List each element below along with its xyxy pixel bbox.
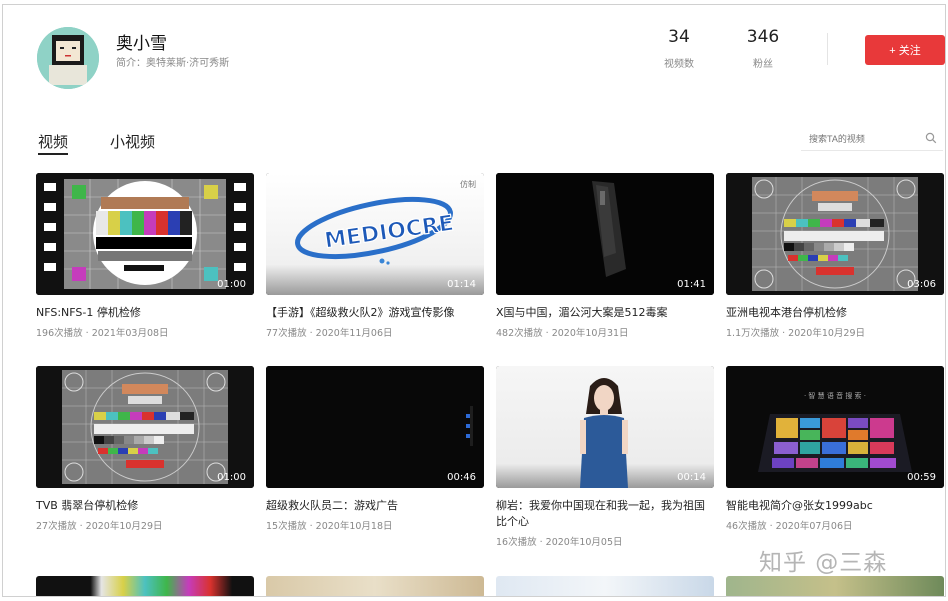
video-card[interactable]: 03:06 亚洲电视本港台停机检修 1.1万次播放 · 2020年10月29日 (726, 173, 944, 339)
video-meta: 77次播放 · 2020年11月06日 (266, 328, 393, 339)
video-date: 2020年10月05日 (545, 537, 623, 548)
video-views: 46次播放 (726, 521, 767, 532)
video-views: 482次播放 (496, 328, 543, 339)
video-thumbnail[interactable]: MEDIOCRE 仿制 01:14 (266, 173, 484, 295)
video-meta: 196次播放 · 2021年03月08日 (36, 328, 169, 339)
video-card-partial[interactable] (726, 576, 944, 596)
active-tab-indicator (38, 153, 68, 155)
stat-value: 34 (668, 27, 690, 47)
screen-caption: · 智 慧 语 音 搜 索 · (804, 391, 866, 400)
tab-videos[interactable]: 视频 (38, 131, 68, 152)
video-thumbnail[interactable] (726, 576, 944, 596)
video-title[interactable]: 超级救火队员二：游戏广告 (266, 498, 484, 514)
stat-label: 视频数 (664, 59, 694, 70)
follow-button[interactable]: + 关注 (865, 35, 945, 65)
watermark: 知乎 @三森 (759, 550, 888, 576)
video-card[interactable]: MEDIOCRE 仿制 01:14 【手游】《超级救火队2》游戏宣传影像 77次… (266, 173, 484, 339)
stat-value: 346 (746, 27, 780, 47)
video-date: 2020年10月31日 (551, 328, 629, 339)
profile-name: 奥小雪 (116, 34, 167, 54)
video-thumbnail[interactable]: · 智 慧 语 音 搜 索 · 00:59 (726, 366, 944, 488)
video-title[interactable]: 【手游】《超级救火队2》游戏宣传影像 (266, 305, 484, 321)
video-duration: 00:46 (447, 472, 476, 483)
corner-badge: 仿制 (460, 180, 476, 189)
video-duration: 00:14 (677, 472, 706, 483)
video-meta: 46次播放 · 2020年07月06日 (726, 521, 853, 532)
video-card[interactable]: 00:46 超级救火队员二：游戏广告 15次播放 · 2020年10月18日 (266, 366, 484, 532)
video-thumbnail[interactable]: 03:06 (726, 173, 944, 295)
video-views: 15次播放 (266, 521, 307, 532)
video-title[interactable]: 智能电视简介@张女1999abc (726, 498, 944, 514)
video-duration: 00:59 (907, 472, 936, 483)
video-meta: 482次播放 · 2020年10月31日 (496, 328, 629, 339)
video-duration: 01:00 (217, 472, 246, 483)
video-thumbnail[interactable]: 01:41 (496, 173, 714, 295)
video-duration: 01:41 (677, 279, 706, 290)
video-thumbnail[interactable]: 00:46 (266, 366, 484, 488)
video-date: 2020年10月29日 (85, 521, 163, 532)
video-card[interactable]: 00:14 柳岩：我爱你中国现在和我一起，我为祖国比个心 16次播放 · 202… (496, 366, 714, 548)
video-thumbnail[interactable] (36, 576, 254, 596)
video-views: 196次播放 (36, 328, 83, 339)
video-thumbnail[interactable]: 01:00 (36, 366, 254, 488)
video-date: 2020年11月06日 (315, 328, 393, 339)
video-title[interactable]: 柳岩：我爱你中国现在和我一起，我为祖国比个心 (496, 498, 714, 530)
profile-bio: 简介：奥特莱斯·济可秀斯 (116, 58, 230, 69)
video-thumbnail[interactable]: 01:00 (36, 173, 254, 295)
search-icon[interactable] (925, 132, 937, 144)
avatar[interactable] (37, 27, 99, 89)
video-thumbnail[interactable] (496, 576, 714, 596)
video-search (801, 127, 943, 151)
video-duration: 03:06 (907, 279, 936, 290)
header-divider (827, 33, 828, 65)
video-title[interactable]: X国与中国，湄公河大案是512毒案 (496, 305, 714, 321)
video-card[interactable]: 01:41 X国与中国，湄公河大案是512毒案 482次播放 · 2020年10… (496, 173, 714, 339)
video-card[interactable]: 01:00 NFS:NFS-1 停机检修 196次播放 · 2021年03月08… (36, 173, 254, 339)
video-date: 2020年07月06日 (775, 521, 853, 532)
video-duration: 01:00 (217, 279, 246, 290)
search-input[interactable] (801, 128, 911, 150)
video-views: 16次播放 (496, 537, 537, 548)
profile-page: 奥小雪 简介：奥特莱斯·济可秀斯 34 视频数 346 粉丝 + 关注 视频 小… (2, 4, 946, 597)
video-card[interactable]: 01:00 TVB 翡翠台停机检修 27次播放 · 2020年10月29日 (36, 366, 254, 532)
video-title[interactable]: NFS:NFS-1 停机检修 (36, 305, 254, 321)
stat-followers[interactable]: 346 粉丝 (733, 27, 793, 70)
video-views: 77次播放 (266, 328, 307, 339)
video-meta: 27次播放 · 2020年10月29日 (36, 521, 163, 532)
video-card-partial[interactable] (496, 576, 714, 596)
stat-videos[interactable]: 34 视频数 (649, 27, 709, 70)
video-duration: 01:14 (447, 279, 476, 290)
video-meta: 16次播放 · 2020年10月05日 (496, 537, 623, 548)
video-thumbnail[interactable]: 00:14 (496, 366, 714, 488)
video-date: 2020年10月18日 (315, 521, 393, 532)
stat-label: 粉丝 (753, 59, 773, 70)
video-title[interactable]: 亚洲电视本港台停机检修 (726, 305, 944, 321)
tab-short-videos[interactable]: 小视频 (110, 131, 155, 152)
video-date: 2021年03月08日 (91, 328, 169, 339)
video-views: 1.1万次播放 (726, 328, 780, 339)
video-card-partial[interactable] (36, 576, 254, 596)
video-thumbnail[interactable] (266, 576, 484, 596)
video-meta: 1.1万次播放 · 2020年10月29日 (726, 328, 866, 339)
video-views: 27次播放 (36, 521, 77, 532)
video-card[interactable]: · 智 慧 语 音 搜 索 · 00:59 智能电视简介@张女1999abc 4… (726, 366, 944, 532)
video-date: 2020年10月29日 (788, 328, 866, 339)
video-card-partial[interactable] (266, 576, 484, 596)
video-meta: 15次播放 · 2020年10月18日 (266, 521, 393, 532)
video-title[interactable]: TVB 翡翠台停机检修 (36, 498, 254, 514)
